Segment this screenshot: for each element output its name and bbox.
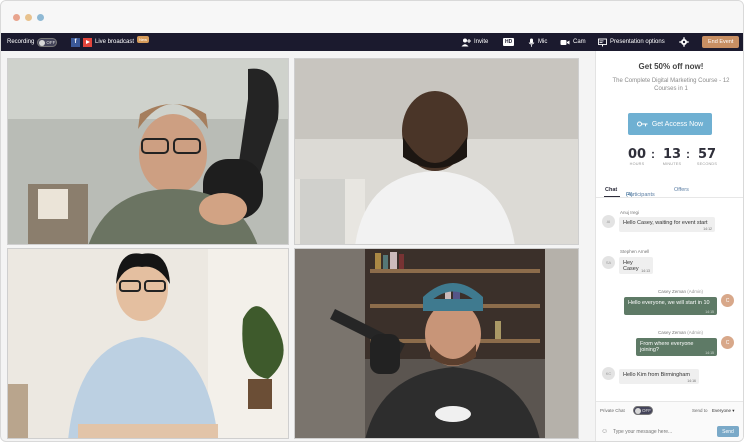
message-sender: Casey Zeman (Admin) <box>658 330 704 335</box>
settings-button[interactable] <box>679 33 689 51</box>
video-tile-participant-2[interactable] <box>294 58 579 245</box>
mic-button[interactable]: Mic <box>528 33 547 51</box>
chat-composer: Private Chat OFF Send to Everyone ▾ ☺ Se… <box>596 401 743 441</box>
participant-video-feed <box>8 59 288 244</box>
active-tab-indicator <box>604 196 620 197</box>
offer-subtitle: The Complete Digital Marketing Course - … <box>612 78 730 92</box>
hd-button[interactable]: HD <box>503 33 515 51</box>
sidebar-tabs: Chat Participants (4) Offers <box>596 182 743 198</box>
youtube-icon <box>83 37 92 47</box>
send-button[interactable]: Send <box>717 426 739 437</box>
live-broadcast-control[interactable]: f Live broadcast New <box>71 33 150 51</box>
message-sender: Anuj Iregi <box>620 210 640 215</box>
window-titlebar <box>1 1 743 33</box>
avatar: KC <box>602 367 615 380</box>
private-chat-label: Private Chat <box>600 408 625 413</box>
presentation-icon <box>598 38 607 46</box>
countdown-timer: 00 HOURS : 13 MINUTES : 57 SECONDS <box>624 147 720 173</box>
get-access-button[interactable]: Get Access Now <box>628 113 712 135</box>
presentation-options-button[interactable]: Presentation options <box>598 33 665 51</box>
hd-icon: HD <box>503 38 515 46</box>
chevron-down-icon: ▾ <box>732 408 735 413</box>
video-grid <box>7 58 579 439</box>
recording-toggle[interactable]: OFF <box>37 37 58 47</box>
chat-message: Hey Casey 14:13 <box>619 257 653 274</box>
send-to-label: Send to <box>692 408 708 413</box>
message-sender: Casey Zeman (Admin) <box>658 289 704 294</box>
video-tile-participant-1[interactable] <box>7 58 289 245</box>
presentation-label: Presentation options <box>610 39 665 45</box>
participant-video-feed <box>8 249 288 438</box>
participant-video-feed <box>295 249 578 438</box>
avatar: AI <box>602 215 615 228</box>
countdown-hours: 00 HOURS <box>627 147 647 166</box>
minimize-window-dot[interactable] <box>25 14 32 21</box>
end-event-button[interactable]: End Event <box>702 33 740 51</box>
invite-label: Invite <box>474 39 489 45</box>
end-event-label: End Event <box>702 36 740 48</box>
tab-offers[interactable]: Offers <box>674 187 689 193</box>
chat-message: Hello Casey, waiting for event start 14:1… <box>619 217 715 232</box>
recording-control: Recording OFF <box>7 33 58 51</box>
private-chat-toggle[interactable]: OFF <box>633 406 653 415</box>
video-tile-participant-3[interactable] <box>7 248 289 439</box>
message-input[interactable] <box>613 426 713 437</box>
tab-chat[interactable]: Chat <box>605 187 617 193</box>
cam-label: Cam <box>573 39 586 45</box>
countdown-seconds: 57 SECONDS <box>696 147 718 166</box>
avatar: C <box>721 336 734 349</box>
chat-message: From where everyone joining? 14:15 <box>636 338 717 356</box>
live-broadcast-label: Live broadcast <box>95 39 135 45</box>
maximize-window-dot[interactable] <box>37 14 44 21</box>
gear-icon <box>679 37 689 47</box>
cam-button[interactable]: Cam <box>560 33 586 51</box>
new-badge: New <box>137 35 150 43</box>
participant-video-feed <box>295 59 578 244</box>
chat-message: Hello everyone, we will start in 10 14:15 <box>624 297 717 315</box>
key-icon <box>636 121 648 127</box>
microphone-icon <box>528 38 535 47</box>
event-sidebar: Get 50% off now! The Complete Digital Ma… <box>595 51 743 441</box>
emoji-icon[interactable]: ☺ <box>601 428 608 435</box>
get-access-label: Get Access Now <box>651 120 704 128</box>
recording-label: Recording <box>7 39 35 45</box>
message-sender: Stephen Arnell <box>620 249 650 254</box>
add-user-icon <box>461 38 471 46</box>
avatar: SA <box>602 256 615 269</box>
send-to-select[interactable]: Everyone ▾ <box>712 408 735 414</box>
close-window-dot[interactable] <box>13 14 20 21</box>
video-tile-participant-4[interactable] <box>294 248 579 439</box>
offer-title: Get 50% off now! <box>638 62 704 71</box>
chat-message: Hello Kim from Birmingham 14:16 <box>619 369 699 384</box>
mic-label: Mic <box>538 39 548 45</box>
avatar: C <box>721 294 734 307</box>
event-toolbar: Recording OFF f Live broadcast New Invit… <box>1 33 743 51</box>
camera-icon <box>560 39 570 45</box>
countdown-minutes: 13 MINUTES <box>662 147 682 166</box>
invite-button[interactable]: Invite <box>461 33 488 51</box>
app-window: Recording OFF f Live broadcast New Invit… <box>0 0 744 442</box>
facebook-icon: f <box>71 37 80 47</box>
